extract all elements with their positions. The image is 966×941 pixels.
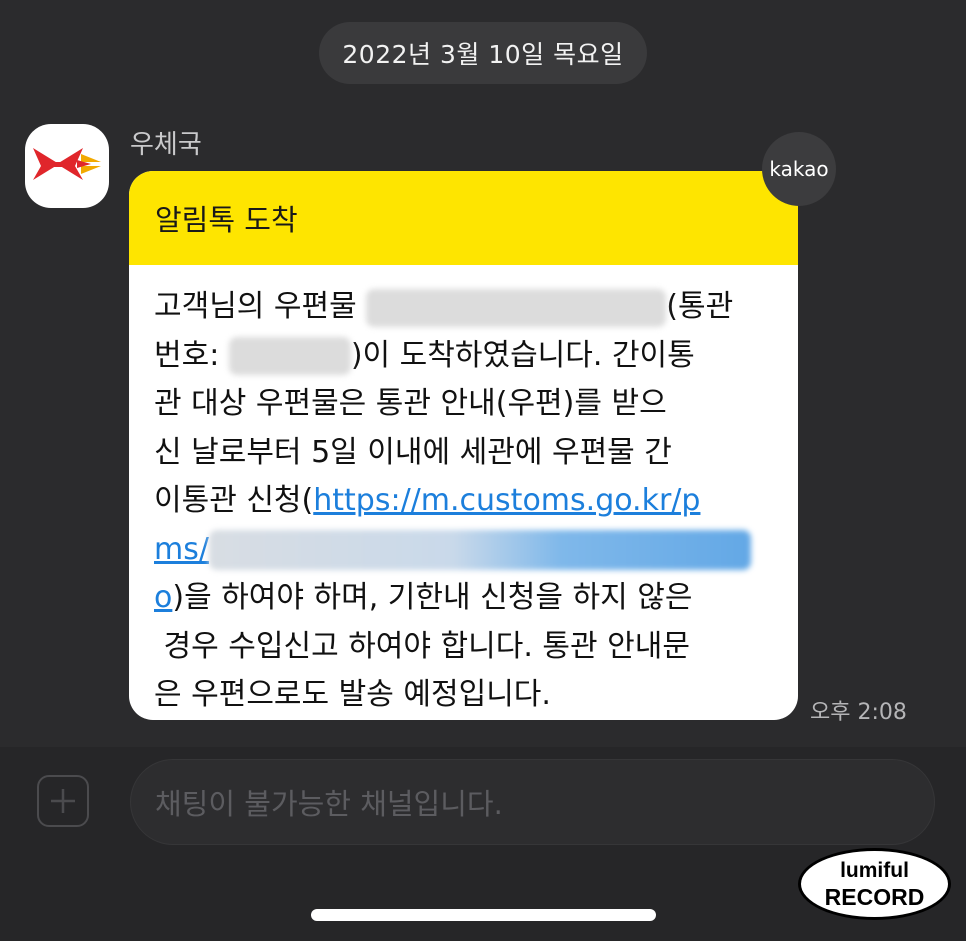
sender-name: 우체국: [130, 130, 202, 160]
message-body: 고객님의 우편물 (통관 번호: )이 도착하였습니다. 간이통 관 대상 우편…: [154, 283, 779, 720]
message-line: 번호: )이 도착하였습니다. 간이통: [154, 332, 779, 381]
redacted-tracking-number: [366, 288, 667, 327]
customs-link[interactable]: ms/: [154, 532, 209, 567]
message-line: ms/: [154, 526, 779, 575]
message-text: 신 날로부터 5일 이내에 세관에 우편물 간: [154, 434, 672, 470]
sender-avatar[interactable]: [25, 124, 109, 208]
attach-button[interactable]: [37, 775, 89, 827]
kakao-badge: kakao: [762, 132, 836, 206]
message-text: )이 도착하였습니다. 간이통: [350, 337, 695, 373]
message-text: 관 대상 우편물은 통관 안내(우편)를 받으: [154, 386, 667, 421]
message-text: (통관: [666, 289, 734, 324]
message-bubble: 알림톡 도착 고객님의 우편물 (통관 번호: )이 도착하였습니다. 간이통 …: [129, 171, 798, 720]
message-line: 경우 수입신고 하여야 합니다. 통관 안내문: [154, 623, 779, 672]
message-text: 은 우편으로도 발송 예정입니다.: [154, 677, 551, 712]
bubble-header: 알림톡 도착: [129, 171, 798, 265]
redacted-customs-number: [228, 337, 351, 375]
customs-link[interactable]: https://m.customs.go.kr/p: [313, 483, 700, 518]
watermark-line-2: RECORD: [824, 884, 925, 910]
watermark-logo: lumiful RECORD: [798, 848, 951, 920]
message-text: 고객님의 우편물: [154, 289, 367, 324]
message-text: 번호:: [154, 337, 229, 373]
message-line: 은 우편으로도 발송 예정입니다.: [154, 671, 779, 720]
customs-link[interactable]: o: [154, 580, 172, 615]
kakao-badge-label: kakao: [769, 157, 829, 181]
message-text: 이통관 신청(: [154, 483, 314, 518]
message-timestamp: 오후 2:08: [810, 700, 907, 725]
message-line: 관 대상 우편물은 통관 안내(우편)를 받으: [154, 380, 779, 429]
date-text: 2022년 3월 10일 목요일: [342, 40, 624, 69]
date-divider: 2022년 3월 10일 목요일: [319, 22, 647, 84]
message-line: o)을 하여야 하며, 기한내 신청을 하지 않은: [154, 574, 779, 623]
chat-input-placeholder: 채팅이 불가능한 채널입니다.: [155, 787, 503, 821]
plus-icon: [51, 789, 75, 813]
redacted-link-path[interactable]: [208, 530, 751, 570]
message-line: 신 날로부터 5일 이내에 세관에 우편물 간: [154, 429, 779, 478]
message-text: )을 하여야 하며, 기한내 신청을 하지 않은: [172, 580, 693, 615]
message-text: 경우 수입신고 하여야 합니다. 통관 안내문: [154, 628, 690, 664]
message-line: 고객님의 우편물 (통관: [154, 283, 779, 332]
watermark-line-1: lumiful: [840, 859, 909, 882]
bubble-header-title: 알림톡 도착: [155, 203, 298, 237]
home-indicator[interactable]: [311, 909, 656, 921]
korea-post-logo-icon: [33, 148, 101, 180]
message-line: 이통관 신청(https://m.customs.go.kr/p: [154, 477, 779, 526]
chat-input[interactable]: 채팅이 불가능한 채널입니다.: [130, 759, 935, 845]
